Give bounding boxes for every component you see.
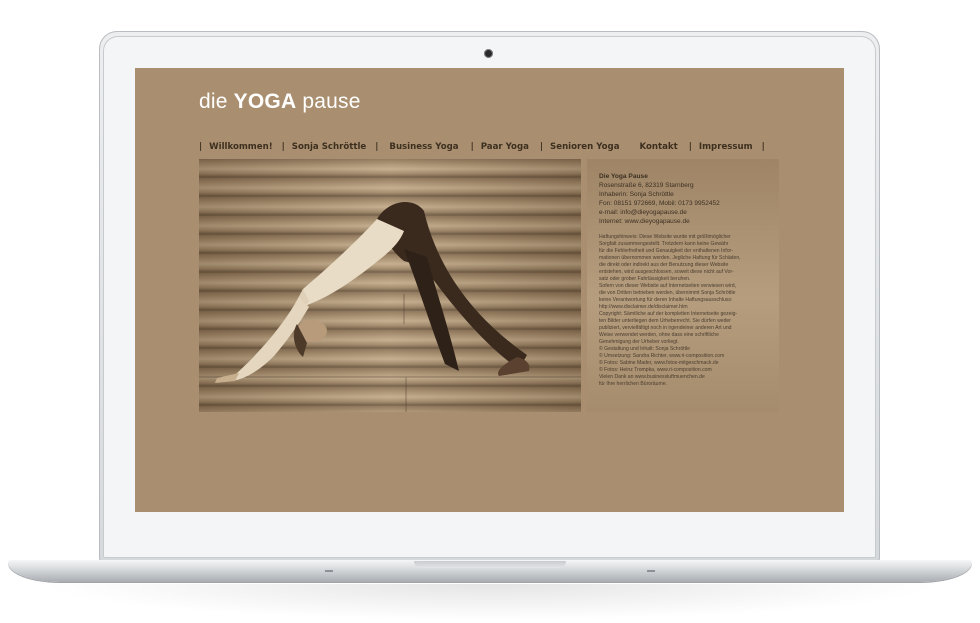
nav-item-sonja-schroettle[interactable]: Sonja Schröttle xyxy=(292,142,366,152)
credits-line: für Ihre herrlichen Büroräume. xyxy=(599,381,667,388)
nav-item-business-yoga[interactable]: Business Yoga xyxy=(389,142,458,152)
disclaimer-line: Weise verwendet werden, ohne dass eine s… xyxy=(599,332,719,339)
laptop-opening-notch xyxy=(414,561,566,568)
logo-brand: YOGA xyxy=(233,90,297,113)
yoga-pose-photo xyxy=(199,159,581,412)
contact-email[interactable]: e-mail: info@dieyogapause.de xyxy=(599,209,687,216)
disclaimer-line: ten Bilder unterliegen dem Urheberrecht.… xyxy=(599,318,731,325)
credits-line: © Fotos: Heinz Trompka, www.ri-compositi… xyxy=(599,367,712,374)
contact-website[interactable]: Internet: www.dieyogapause.de xyxy=(599,218,690,225)
contact-owner: Inhaberin: Sonja Schröttle xyxy=(599,191,674,198)
nav-separator: | xyxy=(688,142,692,152)
disclaimer-line: entstehen, wird ausgeschlossen, soweit d… xyxy=(599,269,734,276)
laptop-foot-right xyxy=(647,570,655,572)
contact-address: Rosenstraße 6, 82319 Starnberg xyxy=(599,182,694,189)
contact-info-panel: Die Yoga Pause Rosenstraße 6, 82319 Star… xyxy=(587,159,779,412)
nav-separator: | xyxy=(281,142,285,152)
laptop-reflection xyxy=(40,584,940,620)
nav-separator: | xyxy=(761,142,765,152)
disclaimer-line: Sorgfalt zusammengestellt. Trotzdem kann… xyxy=(599,241,729,248)
nav-item-impressum[interactable]: Impressum xyxy=(699,142,753,152)
disclaimer-text: Haftungshinweis: Diese Website wurde mit… xyxy=(599,234,777,388)
website-screen: die YOGA pause | Willkommen! | Sonja Sch… xyxy=(135,68,844,512)
logo-suffix: pause xyxy=(302,90,361,113)
nav-item-willkommen[interactable]: Willkommen! xyxy=(209,142,272,152)
nav-separator: | xyxy=(539,142,544,152)
disclaimer-line: mationen übernommen werden. Jegliche Haf… xyxy=(599,255,741,262)
disclaimer-line: die von Dritten betrieben werden, überni… xyxy=(599,290,736,297)
nav-separator: | xyxy=(375,142,379,152)
nav-separator: | xyxy=(199,142,203,152)
logo-prefix: die xyxy=(199,90,228,113)
disclaimer-line: keine Verantwortung für deren Inhalte Ha… xyxy=(599,297,733,304)
disclaimer-line: die direkt oder indirekt aus der Benutzu… xyxy=(599,262,729,269)
disclaimer-line: publiziert, vervielfältigt noch in irgen… xyxy=(599,325,732,332)
disclaimer-line: Haftungshinweis: Diese Website wurde mit… xyxy=(599,234,731,240)
disclaimer-line: Copyright: Sämtliche auf der kompletten … xyxy=(599,311,738,318)
site-logo[interactable]: die YOGA pause xyxy=(199,90,361,114)
disclaimer-line: für die Fehlerfreiheit und Genauigkeit d… xyxy=(599,248,733,255)
webcam-icon xyxy=(484,49,493,58)
main-navigation: | Willkommen! | Sonja Schröttle | Busine… xyxy=(199,140,772,154)
disclaimer-line: Sofern von dieser Website auf Internetse… xyxy=(599,283,736,290)
disclaimer-line: satz oder grober Fahrlässigkeit beruhen. xyxy=(599,276,691,283)
contact-title: Die Yoga Pause xyxy=(599,173,648,180)
laptop-foot-left xyxy=(325,570,333,572)
contact-phone: Fon: 08151 972669, Mobil: 0173 9952452 xyxy=(599,200,720,207)
nav-item-paar-yoga[interactable]: Paar Yoga xyxy=(481,142,529,152)
disclaimer-link[interactable]: http://www.disclaimer.de/disclaimer.htm xyxy=(599,304,777,311)
downward-dog-figure xyxy=(199,201,581,412)
nav-separator: | xyxy=(470,142,474,152)
nav-item-kontakt[interactable]: Kontakt xyxy=(640,142,678,152)
nav-item-senioren-yoga[interactable]: Senioren Yoga xyxy=(550,142,619,152)
credits-line: Vielen Dank an www.businessluftmuenchen.… xyxy=(599,374,705,381)
